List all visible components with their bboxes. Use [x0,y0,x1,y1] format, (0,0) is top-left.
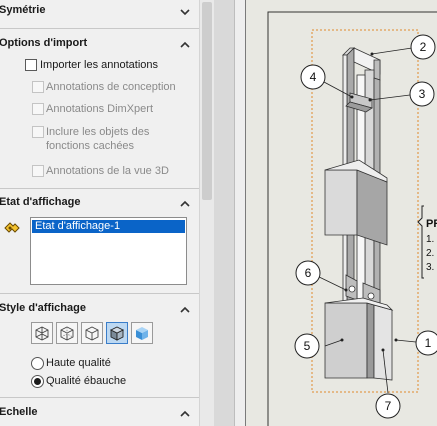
display-state-listbox[interactable]: Etat d'affichage-1 [30,217,187,285]
bracket-assembly [324,47,394,381]
balloon-5: 5 [294,333,320,359]
section-header-style-affichage[interactable]: Style d'affichage [0,300,199,320]
display-state-icon [4,222,20,233]
parts-list-row-1: 1. [426,234,434,245]
qualite-ebauche-label: Qualité ébauche [46,375,127,387]
drawing-view: 2 4 3 6 5 1 7 PR 1. 2. 3. [267,11,437,426]
annotations-conception-label: Annotations de conception [46,81,176,93]
section-title-symetrie: Symétrie [0,4,46,16]
leader-1 [395,339,417,343]
hidden-lines-visible-icon [60,326,74,341]
balloon-7: 7 [375,393,401,419]
hidden-lines-removed-icon [85,326,99,341]
section-header-echelle[interactable]: Echelle [0,404,199,424]
importer-annotations-label: Importer les annotations [40,59,159,71]
balloon-2-label: 2 [420,40,427,54]
chevron-down-icon[interactable] [178,5,192,19]
balloon-3-label: 3 [419,87,426,101]
panel-splitter[interactable] [214,0,234,426]
balloon-4-label: 4 [310,70,317,84]
balloon-6: 6 [295,260,321,286]
wireframe-button[interactable] [31,322,53,344]
annotations-vue3d-label: Annotations de la vue 3D [46,165,169,177]
hidden-lines-removed-button[interactable] [81,322,103,344]
section-title-options-import: Options d'import [0,37,88,49]
parts-list-row-3: 3. [426,262,434,273]
balloon-6-label: 6 [305,266,312,280]
hidden-lines-visible-button[interactable] [56,322,78,344]
wireframe-icon [35,326,49,341]
leader-2 [371,47,413,55]
parts-list-header: PR [426,218,437,230]
balloon-3: 3 [409,81,435,107]
annotations-conception-checkbox[interactable] [32,81,44,93]
chevron-up-icon[interactable] [178,197,192,211]
scrollbar-thumb[interactable] [202,2,212,200]
balloon-4: 4 [300,64,326,90]
shaded-with-edges-button[interactable] [106,322,128,344]
balloon-1-label: 1 [425,336,432,350]
balloon-1: 1 [415,330,437,356]
shaded-icon [136,327,148,340]
section-divider [0,188,199,189]
section-divider [0,28,199,29]
haute-qualite-radio[interactable] [31,357,44,370]
section-divider [0,397,199,398]
chevron-up-icon[interactable] [178,303,192,317]
property-manager: Symétrie Options d'import Importer les a… [0,0,199,426]
panel-scrollbar[interactable] [199,0,214,426]
section-title-etat-affichage: Etat d'affichage [0,196,81,208]
haute-qualite-label: Haute qualité [46,357,111,369]
parts-list-note: PR 1. 2. 3. [417,205,437,279]
section-header-options-import[interactable]: Options d'import [0,35,199,55]
section-header-symetrie[interactable]: Symétrie [0,2,199,22]
chevron-up-icon[interactable] [178,38,192,52]
objets-caches-checkbox[interactable] [32,126,44,138]
annotations-dimxpert-label: Annotations DimXpert [46,103,153,115]
chevron-up-icon[interactable] [178,407,192,421]
shaded-button[interactable] [131,322,153,344]
objets-caches-label-line1: Inclure les objets des [46,126,150,138]
balloon-7-label: 7 [385,399,392,413]
objets-caches-label-line2: fonctions cachées [46,140,135,152]
drawing-sheet[interactable]: 2 4 3 6 5 1 7 PR 1. 2. 3. [246,0,437,426]
annotations-dimxpert-checkbox[interactable] [32,103,44,115]
qualite-ebauche-radio[interactable] [31,375,44,388]
drawing-frame-edge [234,0,246,426]
display-state-item[interactable]: Etat d'affichage-1 [32,220,185,233]
balloon-5-label: 5 [304,339,311,353]
section-title-echelle: Echelle [0,406,38,418]
balloon-2: 2 [410,34,436,60]
shaded-with-edges-icon [109,326,125,341]
parts-list-row-2: 2. [426,248,434,259]
section-divider [0,293,199,294]
annotations-vue3d-checkbox[interactable] [32,165,44,177]
section-title-style-affichage: Style d'affichage [0,302,86,314]
importer-annotations-checkbox[interactable] [25,59,37,71]
section-header-etat-affichage[interactable]: Etat d'affichage [0,194,199,214]
